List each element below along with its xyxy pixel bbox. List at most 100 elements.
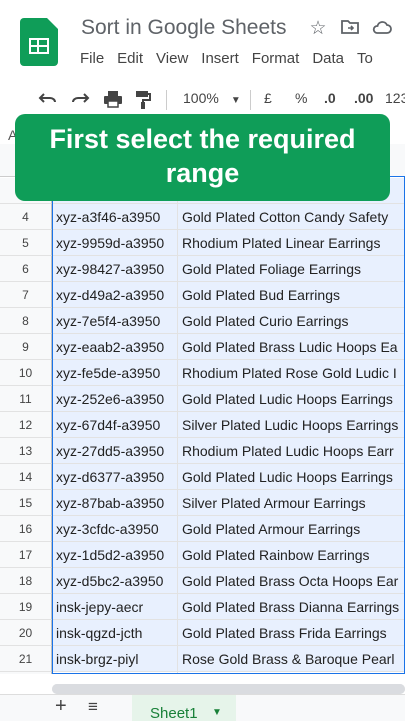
menu-bar: File Edit View Insert Format Data To bbox=[80, 50, 386, 67]
menu-edit[interactable]: Edit bbox=[117, 50, 143, 67]
cell-sku[interactable]: xyz-1d5d2-a3950 bbox=[52, 542, 178, 568]
row-number[interactable]: 22 bbox=[0, 672, 52, 674]
cell-sku[interactable]: xyz-98427-a3950 bbox=[52, 256, 178, 282]
table-row: 5 xyz-9959d-a3950 Rhodium Plated Linear Ea… bbox=[0, 230, 405, 256]
cell-sku[interactable]: xyz-252e6-a3950 bbox=[52, 386, 178, 412]
horizontal-scrollbar[interactable] bbox=[52, 684, 405, 694]
cell-sku[interactable]: xyz-7e5f4-a3950 bbox=[52, 308, 178, 334]
caption-line-2: range bbox=[165, 158, 240, 188]
cell-product-name[interactable]: Gold Plated Armour Earrings bbox=[178, 516, 405, 542]
row-number[interactable]: 12 bbox=[0, 412, 52, 438]
cell-product-name[interactable]: Gold Plated Curio Earrings bbox=[178, 308, 405, 334]
row-number[interactable]: 20 bbox=[0, 620, 52, 646]
sheet-tab[interactable]: Sheet1 ▼ bbox=[132, 695, 236, 722]
cell-sku[interactable]: insk-qgzd-jcth bbox=[52, 620, 178, 646]
document-title[interactable]: Sort in Google Sheets bbox=[81, 16, 286, 40]
cell-sku[interactable]: xyz-9959d-a3950 bbox=[52, 230, 178, 256]
table-row: 21 insk-brgz-piyl Rose Gold Brass & Baroqu… bbox=[0, 646, 405, 672]
cell-sku[interactable]: insk-jepy-aecr bbox=[52, 594, 178, 620]
row-number[interactable]: 17 bbox=[0, 542, 52, 568]
row-number[interactable]: 14 bbox=[0, 464, 52, 490]
row-number[interactable]: 9 bbox=[0, 334, 52, 360]
cell-product-name[interactable]: Gold Plated Bud Earrings bbox=[178, 282, 405, 308]
cell-product-name[interactable]: Rhodium Plated Rose Gold Ludic I bbox=[178, 360, 405, 386]
menu-format[interactable]: Format bbox=[252, 50, 300, 67]
cell-product-name[interactable] bbox=[178, 672, 405, 674]
toolbar: 100% ▼ £ % .0 .00 123 bbox=[0, 82, 405, 118]
add-sheet-icon[interactable]: + bbox=[55, 695, 67, 718]
cell-sku[interactable]: xyz-27dd5-a3950 bbox=[52, 438, 178, 464]
cell-sku[interactable]: xyz-d5bc2-a3950 bbox=[52, 568, 178, 594]
cell-product-name[interactable]: Gold Plated Rainbow Earrings bbox=[178, 542, 405, 568]
percent-format-button[interactable]: % bbox=[295, 90, 307, 106]
cell-product-name[interactable]: Rose Gold Brass & Baroque Pearl bbox=[178, 646, 405, 672]
cell-sku[interactable] bbox=[52, 672, 178, 674]
currency-format-button[interactable]: £ bbox=[264, 90, 272, 106]
cell-sku[interactable]: insk-brgz-piyl bbox=[52, 646, 178, 672]
undo-icon[interactable] bbox=[38, 90, 58, 109]
cell-sku[interactable]: xyz-3cfdc-a3950 bbox=[52, 516, 178, 542]
row-number[interactable]: 4 bbox=[0, 204, 52, 230]
cell-product-name[interactable]: Rhodium Plated Linear Earrings bbox=[178, 230, 405, 256]
print-icon[interactable] bbox=[103, 90, 123, 111]
cell-product-name[interactable]: Gold Plated Brass Octa Hoops Ear bbox=[178, 568, 405, 594]
cell-product-name[interactable]: Gold Plated Ludic Hoops Earrings bbox=[178, 386, 405, 412]
redo-icon[interactable] bbox=[70, 90, 90, 109]
cell-sku[interactable]: xyz-fe5de-a3950 bbox=[52, 360, 178, 386]
cell-product-name[interactable]: Silver Plated Armour Earrings bbox=[178, 490, 405, 516]
decrease-decimal-button[interactable]: .0 bbox=[324, 90, 336, 106]
menu-file[interactable]: File bbox=[80, 50, 104, 67]
star-icon[interactable]: ☆ bbox=[302, 17, 334, 40]
sheets-logo-icon[interactable] bbox=[20, 18, 58, 66]
cell-product-name[interactable]: Gold Plated Brass Dianna Earrings bbox=[178, 594, 405, 620]
row-number[interactable]: 8 bbox=[0, 308, 52, 334]
zoom-select[interactable]: 100% ▼ bbox=[183, 90, 241, 106]
menu-tools[interactable]: To bbox=[357, 50, 373, 67]
cell-sku[interactable]: xyz-d6377-a3950 bbox=[52, 464, 178, 490]
menu-insert[interactable]: Insert bbox=[201, 50, 239, 67]
menu-data[interactable]: Data bbox=[312, 50, 344, 67]
cell-product-name[interactable]: Gold Plated Brass Frida Earrings bbox=[178, 620, 405, 646]
cell-product-name[interactable]: Gold Plated Brass Ludic Hoops Ea bbox=[178, 334, 405, 360]
cell-product-name[interactable]: Gold Plated Cotton Candy Safety bbox=[178, 204, 405, 230]
cell-product-name[interactable]: Gold Plated Foliage Earrings bbox=[178, 256, 405, 282]
row-number[interactable]: 16 bbox=[0, 516, 52, 542]
row-number[interactable]: 11 bbox=[0, 386, 52, 412]
cloud-status-icon[interactable] bbox=[366, 18, 398, 40]
table-row: 7 xyz-d49a2-a3950 Gold Plated Bud Earrings bbox=[0, 282, 405, 308]
row-number[interactable]: 15 bbox=[0, 490, 52, 516]
cell-sku[interactable]: xyz-eaab2-a3950 bbox=[52, 334, 178, 360]
caption-line-1: First select the required bbox=[49, 124, 356, 154]
caption-overlay: First select the required range bbox=[15, 114, 390, 201]
row-number[interactable]: 21 bbox=[0, 646, 52, 672]
cell-product-name[interactable]: Gold Plated Ludic Hoops Earrings bbox=[178, 464, 405, 490]
row-number[interactable]: 5 bbox=[0, 230, 52, 256]
title-icons: ☆ bbox=[302, 17, 398, 40]
number-format-button[interactable]: 123 bbox=[385, 90, 405, 106]
row-number[interactable]: 10 bbox=[0, 360, 52, 386]
table-row: 19 insk-jepy-aecr Gold Plated Brass Dianna… bbox=[0, 594, 405, 620]
cell-product-name[interactable]: Silver Plated Ludic Hoops Earrings bbox=[178, 412, 405, 438]
scrollbar-thumb[interactable] bbox=[52, 684, 405, 694]
menu-view[interactable]: View bbox=[156, 50, 188, 67]
row-number[interactable]: 7 bbox=[0, 282, 52, 308]
row-number[interactable]: 13 bbox=[0, 438, 52, 464]
row-number[interactable]: 18 bbox=[0, 568, 52, 594]
row-number[interactable]: 19 bbox=[0, 594, 52, 620]
table-row: 9 xyz-eaab2-a3950 Gold Plated Brass Ludic … bbox=[0, 334, 405, 360]
table-row: 14 xyz-d6377-a3950 Gold Plated Ludic Hoops… bbox=[0, 464, 405, 490]
row-number[interactable]: 6 bbox=[0, 256, 52, 282]
cell-sku[interactable]: xyz-a3f46-a3950 bbox=[52, 204, 178, 230]
table-row: 6 xyz-98427-a3950 Gold Plated Foliage Earr… bbox=[0, 256, 405, 282]
paint-format-icon[interactable] bbox=[135, 90, 151, 113]
cell-product-name[interactable]: Rhodium Plated Ludic Hoops Earr bbox=[178, 438, 405, 464]
table-row: 10 xyz-fe5de-a3950 Rhodium Plated Rose Gol… bbox=[0, 360, 405, 386]
move-folder-icon[interactable] bbox=[334, 18, 366, 40]
cell-sku[interactable]: xyz-87bab-a3950 bbox=[52, 490, 178, 516]
chevron-down-icon[interactable]: ▼ bbox=[212, 707, 222, 718]
all-sheets-icon[interactable]: ≡ bbox=[88, 697, 98, 717]
zoom-value: 100% bbox=[183, 90, 219, 106]
cell-sku[interactable]: xyz-67d4f-a3950 bbox=[52, 412, 178, 438]
cell-sku[interactable]: xyz-d49a2-a3950 bbox=[52, 282, 178, 308]
increase-decimal-button[interactable]: .00 bbox=[354, 90, 373, 106]
